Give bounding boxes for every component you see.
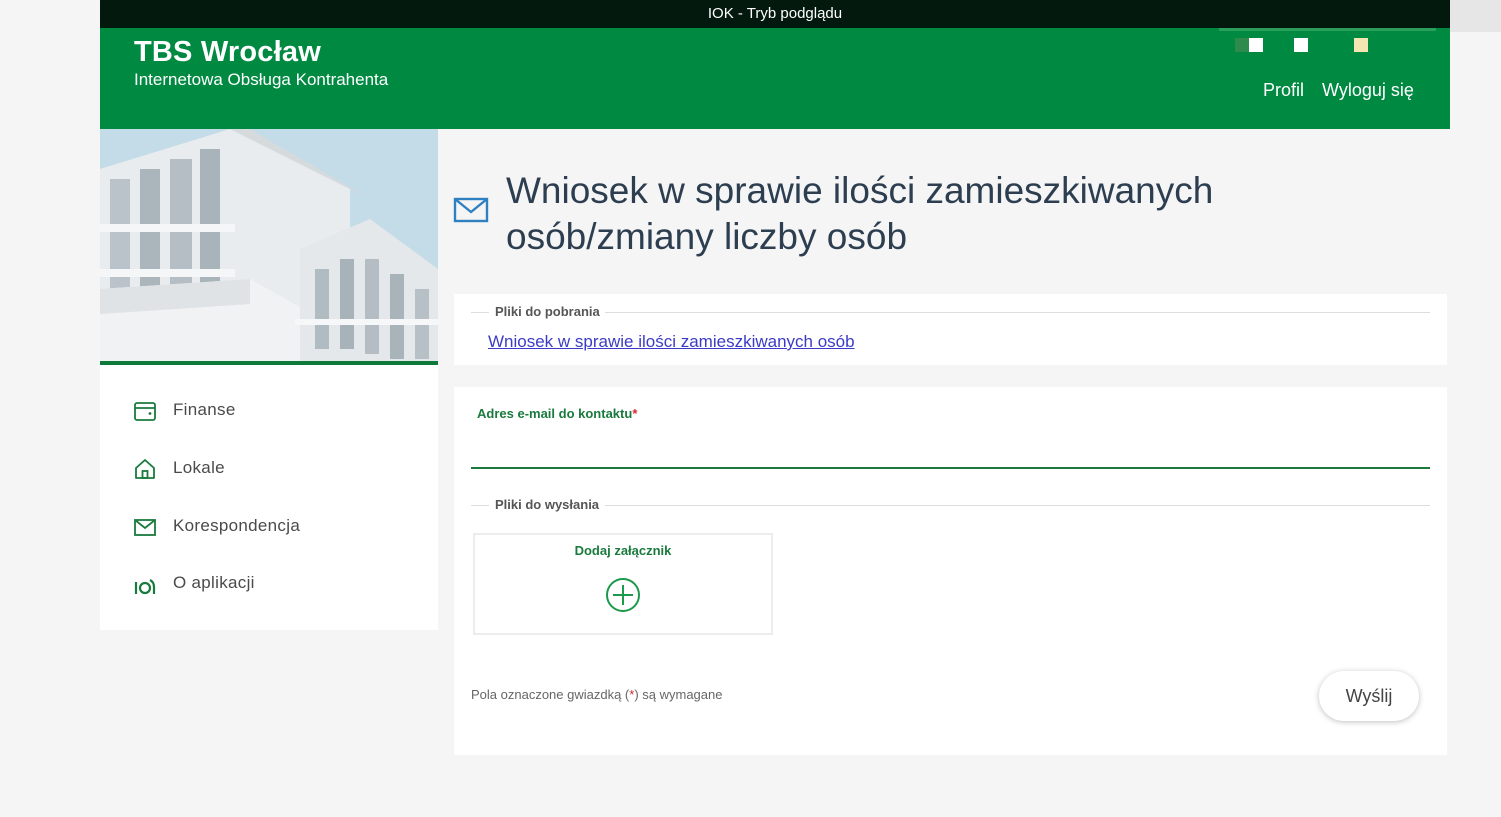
building-hero-image [100, 129, 438, 362]
envelope-icon [453, 197, 489, 223]
downloads-panel: Pliki do pobrania Wniosek w sprawie iloś… [454, 294, 1447, 365]
sidebar-item-finanse[interactable]: Finanse [100, 391, 438, 431]
preview-mode-title: IOK - Tryb podglądu [707, 5, 843, 22]
sidebar-item-label: O aplikacji [173, 573, 255, 592]
sidebar-item-label: Finanse [173, 400, 236, 419]
uploads-legend: Pliki do wysłania [471, 497, 1430, 515]
decor-square [1249, 38, 1263, 52]
email-field[interactable] [471, 427, 1430, 469]
brand-title: TBS Wrocław [134, 36, 321, 68]
header-decor-strip [1219, 28, 1436, 31]
page-title: Wniosek w sprawie ilości zamieszkiwanych… [506, 170, 1214, 257]
wallet-icon [134, 402, 156, 421]
required-star: * [632, 406, 638, 421]
sidebar: Finanse Lokale Korespondencja O aplikacj… [100, 365, 438, 630]
preview-mode-bar: IOK - Tryb podglądu [100, 0, 1450, 28]
sidebar-item-label: Lokale [173, 458, 225, 477]
send-button[interactable]: Wyślij [1319, 671, 1419, 721]
mail-icon [134, 519, 156, 536]
add-attachment-button[interactable]: Dodaj załącznik [473, 533, 773, 635]
required-note-suffix: ) są wymagane [634, 687, 723, 702]
email-field-label: Adres e-mail do kontaktu* [477, 406, 637, 421]
brand-subtitle: Internetowa Obsługa Kontrahenta [134, 70, 389, 89]
downloads-legend-text: Pliki do pobrania [495, 304, 600, 319]
add-attachment-label: Dodaj załącznik [574, 543, 672, 558]
logout-link[interactable]: Wyloguj się [1322, 80, 1414, 101]
request-form: Adres e-mail do kontaktu* Pliki do wysła… [454, 387, 1447, 755]
decor-square [1235, 38, 1249, 52]
download-form-link[interactable]: Wniosek w sprawie ilości zamieszkiwanych… [488, 332, 855, 352]
sidebar-item-label: Korespondencja [173, 516, 301, 535]
sidebar-item-lokale[interactable]: Lokale [100, 449, 438, 489]
required-fields-note: Pola oznaczone gwiazdką (*) są wymagane [471, 687, 722, 702]
uploads-legend-text: Pliki do wysłania [495, 497, 600, 512]
decor-square [1354, 38, 1368, 52]
decor-square [1294, 38, 1308, 52]
sidebar-item-o-aplikacji[interactable]: O aplikacji [100, 564, 438, 604]
app-header: TBS Wrocław Internetowa Obsługa Kontrahe… [100, 28, 1450, 129]
plus-circle-icon [606, 578, 640, 612]
downloads-legend: Pliki do pobrania [471, 304, 1430, 322]
building-illustration [100, 129, 438, 362]
profile-link[interactable]: Profil [1263, 80, 1304, 101]
home-icon [135, 459, 155, 479]
page-margin-block [1450, 0, 1501, 32]
email-field-label-text: Adres e-mail do kontaktu [477, 406, 633, 421]
info-icon [134, 579, 156, 595]
required-note-prefix: Pola oznaczone gwiazdką ( [471, 687, 630, 702]
sidebar-item-korespondencja[interactable]: Korespondencja [100, 507, 438, 547]
